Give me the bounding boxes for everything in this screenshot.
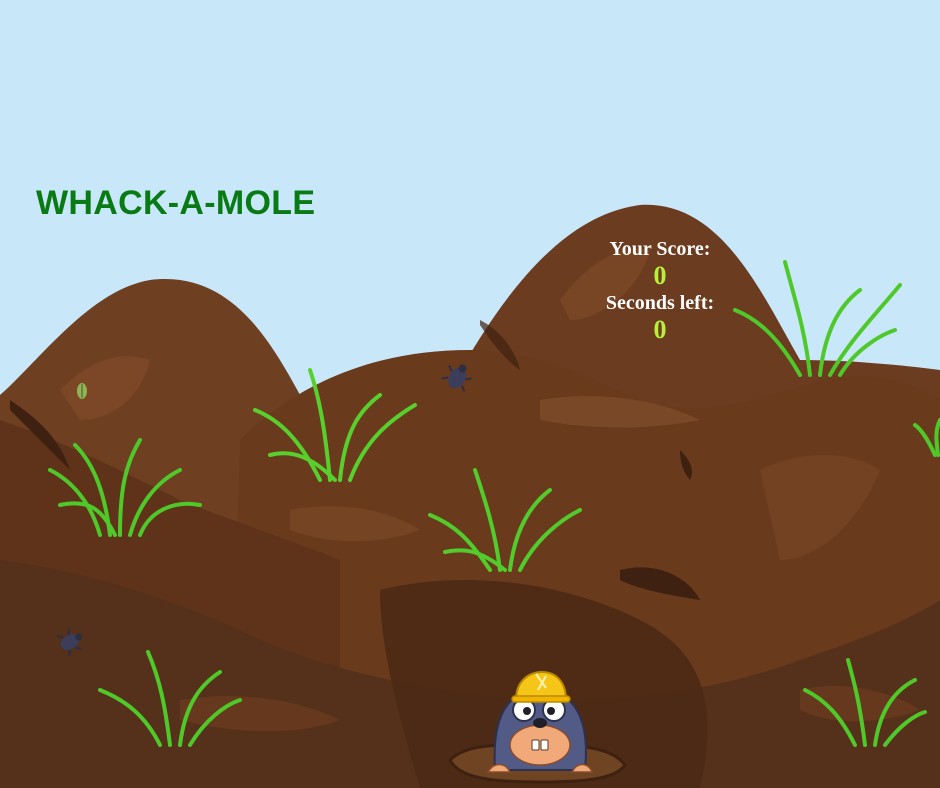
game-title: WHACK-A-MOLE <box>36 184 316 222</box>
seed-icon <box>77 383 87 399</box>
seconds-left-label: Seconds left: <box>605 292 715 314</box>
seconds-left-value: 0 <box>653 315 667 344</box>
score-panel: Your Score: 0 Seconds left: 0 <box>580 236 740 344</box>
score-label: Your Score: <box>609 238 711 260</box>
game-background <box>0 0 940 788</box>
game-stage: WHACK-A-MOLE Your Score: 0 Seconds left:… <box>0 0 940 788</box>
score-value: 0 <box>653 261 667 290</box>
